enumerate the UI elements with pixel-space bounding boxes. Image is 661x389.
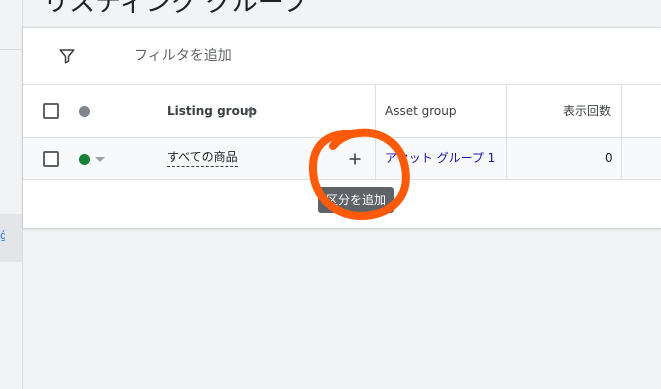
nav-selected-item[interactable]: ǵ <box>0 214 22 262</box>
column-header-listing-group[interactable]: Listing group <box>167 103 257 119</box>
page-header: リスティング グループ <box>23 0 661 27</box>
impressions-value: 0 <box>605 151 613 165</box>
column-divider <box>621 85 622 138</box>
page-root: ǵ リスティング グループ フィルタを追加 Listing group Asse… <box>0 0 661 389</box>
asset-group-link[interactable]: アセット グループ 1 <box>385 150 495 166</box>
column-divider <box>375 85 376 138</box>
row-status-dot <box>79 154 90 165</box>
add-subdivision-tooltip: 区分を追加 <box>318 187 394 213</box>
column-divider <box>506 138 507 180</box>
listing-group-name[interactable]: すべての商品 <box>167 149 238 167</box>
column-header-asset-group[interactable]: Asset group <box>385 103 456 119</box>
nav-item-glyph: ǵ <box>0 230 5 242</box>
column-header-impressions[interactable]: 表示回数 <box>563 103 611 119</box>
column-divider <box>506 85 507 138</box>
column-divider <box>375 138 376 180</box>
row-checkbox[interactable] <box>43 151 59 167</box>
sort-ascending-icon[interactable] <box>245 106 257 118</box>
table-card: フィルタを追加 Listing group Asset group 表示回数 す… <box>23 27 661 228</box>
select-all-checkbox[interactable] <box>43 103 59 119</box>
column-divider <box>621 138 622 180</box>
add-subdivision-button[interactable] <box>346 150 364 168</box>
add-filter-button[interactable]: フィルタを追加 <box>134 47 232 65</box>
filter-icon[interactable] <box>58 47 76 65</box>
filter-bar: フィルタを追加 <box>23 28 661 85</box>
page-title: リスティング グループ <box>43 0 309 18</box>
status-dropdown-icon[interactable] <box>95 157 105 162</box>
nav-divider <box>0 49 22 50</box>
table-row: すべての商品 アセット グループ 1 0 <box>23 138 661 180</box>
header-status-dot <box>79 106 90 117</box>
left-nav: ǵ <box>0 0 23 389</box>
table-header: Listing group Asset group 表示回数 <box>23 85 661 138</box>
